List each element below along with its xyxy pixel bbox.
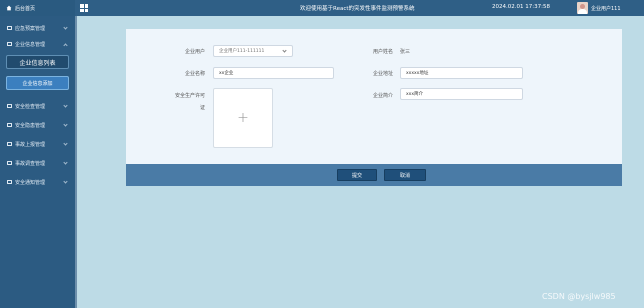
sidebar-item-safety-notice[interactable]: 安全通知管理 xyxy=(0,174,75,190)
plus-icon: + xyxy=(237,110,249,126)
chevron-down-icon xyxy=(63,103,68,108)
folder-icon xyxy=(7,26,12,30)
brand-label: 后台首页 xyxy=(15,5,36,12)
sidebar-item-label: 安全检查管理 xyxy=(15,103,46,110)
sidebar-item-company-info[interactable]: 企业信息管理 xyxy=(0,36,75,52)
user-menu[interactable]: 企业用户111 xyxy=(577,2,621,14)
company-name-label: 企业名称 xyxy=(184,71,205,77)
user-name-value: 张三 xyxy=(400,49,411,55)
app-title: 欢迎使用基于React的突发性事件监测预警系统 xyxy=(300,6,415,12)
folder-icon xyxy=(7,142,12,146)
sidebar-item-accident-investigation[interactable]: 事故调查管理 xyxy=(0,155,75,171)
company-intro-label: 企业简介 xyxy=(372,93,393,99)
sidebar-divider xyxy=(75,16,77,308)
chevron-down-icon xyxy=(63,25,68,30)
sidebar-item-safety-check[interactable]: 安全检查管理 xyxy=(0,98,75,114)
sidebar-item-label: 安全通知管理 xyxy=(15,179,46,186)
sidebar: 应急预案管理 企业信息管理 企业信息列表 企业信息添加 安全检查管理 安全隐患管… xyxy=(0,16,75,308)
cancel-button[interactable]: 取消 xyxy=(384,169,426,181)
chevron-up-icon xyxy=(63,43,68,48)
chevron-down-icon xyxy=(63,141,68,146)
menu-grid-icon[interactable] xyxy=(80,4,88,12)
sidebar-subitem-company-list[interactable]: 企业信息列表 xyxy=(6,55,69,69)
safety-license-label-cont: 证 xyxy=(199,105,205,111)
safety-license-label: 安全生产许可 xyxy=(174,93,205,99)
sidebar-item-label: 企业信息管理 xyxy=(15,41,46,48)
folder-icon xyxy=(7,123,12,127)
home-link[interactable]: 后台首页 xyxy=(0,0,75,16)
sidebar-subitem-company-add[interactable]: 企业信息添加 xyxy=(6,76,69,90)
sidebar-item-label: 应急预案管理 xyxy=(15,25,46,32)
company-user-value: 企业用户111-111111 xyxy=(219,49,265,54)
company-name-input[interactable]: xx企业 xyxy=(213,67,334,79)
datetime: 2024.02.01 17:37:58 xyxy=(492,4,550,10)
sidebar-item-accident-report[interactable]: 事故上报管理 xyxy=(0,136,75,152)
username: 企业用户111 xyxy=(591,5,621,12)
top-bar: 后台首页 欢迎使用基于React的突发性事件监测预警系统 2024.02.01 … xyxy=(0,0,644,16)
chevron-down-icon xyxy=(282,48,287,53)
sidebar-item-emergency-plan[interactable]: 应急预案管理 xyxy=(0,20,75,36)
company-intro-value: xxx简介 xyxy=(406,92,423,97)
chevron-down-icon xyxy=(63,122,68,127)
chevron-down-icon xyxy=(63,160,68,165)
folder-icon xyxy=(7,180,12,184)
company-name-value: xx企业 xyxy=(219,71,234,76)
company-user-label: 企业用户 xyxy=(184,49,205,55)
company-address-value: xxxxx地址 xyxy=(406,71,429,76)
folder-icon xyxy=(7,42,12,46)
company-address-label: 企业地址 xyxy=(372,71,393,77)
company-user-select[interactable]: 企业用户111-111111 xyxy=(213,45,293,57)
folder-icon xyxy=(7,104,12,108)
company-intro-input[interactable]: xxx简介 xyxy=(400,88,523,100)
sidebar-item-label: 事故上报管理 xyxy=(15,141,46,148)
avatar xyxy=(577,2,588,14)
folder-icon xyxy=(7,161,12,165)
sidebar-item-hazard[interactable]: 安全隐患管理 xyxy=(0,117,75,133)
submit-button[interactable]: 提交 xyxy=(337,169,377,181)
watermark: CSDN @bysjlw985 xyxy=(542,292,616,301)
home-icon xyxy=(6,5,12,11)
chevron-down-icon xyxy=(63,179,68,184)
user-name-label: 用户姓名 xyxy=(372,49,393,55)
company-address-input[interactable]: xxxxx地址 xyxy=(400,67,523,79)
license-upload-button[interactable]: + xyxy=(213,88,273,148)
sidebar-item-label: 事故调查管理 xyxy=(15,160,46,167)
sidebar-item-label: 安全隐患管理 xyxy=(15,122,46,129)
